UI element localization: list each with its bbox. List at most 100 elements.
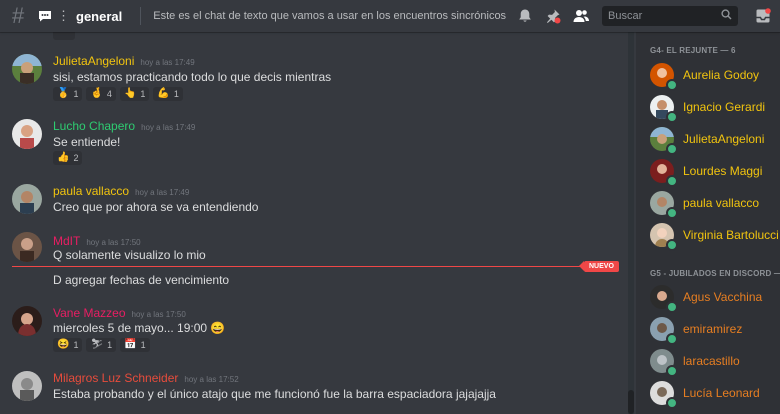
member-name: Ignacio Gerardi (683, 100, 766, 114)
online-status-icon (666, 333, 678, 345)
message-author[interactable]: paula vallacco hoy a las 17:49 (53, 184, 189, 198)
author-name[interactable]: Vane Mazzeo (53, 306, 126, 320)
member-name: emiramirez (683, 322, 743, 336)
message-author[interactable]: Lucho Chapero hoy a las 17:49 (53, 119, 195, 133)
author-name[interactable]: Lucho Chapero (53, 119, 135, 133)
message-timestamp: hoy a las 17:49 (140, 58, 195, 67)
reaction-emoji: 📅 (124, 339, 137, 350)
new-messages-badge: NUEVO (579, 261, 619, 272)
reaction-count: 2 (73, 153, 79, 163)
member-group-header: G4- EL REJUNTE — 6 (650, 46, 736, 55)
reaction-bar: 😆 1 ⛷ 1 📅 1 (53, 338, 154, 352)
inbox-icon[interactable] (752, 5, 774, 27)
member-item[interactable]: paula vallacco (636, 191, 780, 219)
reaction-emoji: 🥇 (57, 88, 70, 99)
member-item[interactable]: JulietaAngeloni (636, 127, 780, 155)
reaction[interactable]: 📅 1 (120, 338, 150, 352)
member-list-icon[interactable] (570, 5, 592, 27)
member-item[interactable]: Lourdes Maggi (636, 159, 780, 187)
chat-bubble-icon (38, 10, 52, 22)
message-text: Estaba probando y el único atajo que me … (53, 387, 496, 401)
avatar[interactable] (12, 54, 42, 84)
avatar[interactable] (12, 371, 42, 401)
member-item[interactable]: Ignacio Gerardi (636, 95, 780, 123)
reaction[interactable]: 😆 1 (53, 338, 83, 352)
header-toolbar (508, 0, 780, 32)
message-list[interactable]: JulietaAngeloni hoy a las 17:49 sisi, est… (0, 32, 628, 414)
reaction[interactable]: 👍 2 (53, 151, 83, 165)
avatar[interactable] (12, 184, 42, 214)
member-name: laracastillo (683, 354, 740, 368)
channel-header: # ⋮ general Este es el chat de texto que… (0, 0, 780, 32)
member-item[interactable]: Agus Vacchina (636, 285, 780, 313)
reaction-bar: 🥇 1 🤞 4 👆 1 💪 1 (53, 87, 187, 101)
member-name: paula vallacco (683, 196, 760, 210)
reaction-emoji: 👍 (57, 152, 70, 163)
member-name: JulietaAngeloni (683, 132, 765, 146)
member-item[interactable]: Lucía Leonard (636, 381, 780, 409)
message-timestamp: hoy a las 17:52 (184, 375, 239, 384)
scrollbar-track[interactable] (628, 32, 634, 414)
message-item: Milagros Luz Schneider hoy a las 17:52 Es… (0, 369, 628, 409)
text-channel-hash-icon: # (12, 3, 25, 28)
reaction-emoji: ⛷ (90, 339, 104, 350)
reaction[interactable]: 🤞 4 (86, 87, 116, 101)
message-text: D agregar fechas de vencimiento (53, 273, 230, 287)
reaction-emoji: 💪 (157, 88, 170, 99)
message-item: Lucho Chapero hoy a las 17:49 Se entiende… (0, 117, 628, 167)
channel-topic[interactable]: Este es el chat de texto que vamos a usa… (153, 10, 506, 22)
reaction[interactable]: 💪 1 (153, 87, 183, 101)
member-item[interactable]: emiramirez (636, 317, 780, 345)
reaction[interactable]: 🥇 1 (53, 87, 83, 101)
message-timestamp: hoy a las 17:50 (86, 238, 141, 247)
reaction-count: 1 (140, 340, 146, 350)
avatar[interactable] (12, 119, 42, 149)
member-name: Lourdes Maggi (683, 164, 763, 178)
online-status-icon (666, 79, 678, 91)
member-name: Agus Vacchina (683, 290, 763, 304)
search-box[interactable] (602, 6, 738, 26)
pinned-messages-icon[interactable] (542, 5, 564, 27)
reaction-count: 1 (73, 89, 79, 99)
online-status-icon (666, 175, 678, 187)
reaction-emoji: 🤞 (90, 88, 103, 99)
message-item: Vane Mazzeo hoy a las 17:50 miercoles 5 d… (0, 304, 628, 356)
message-text: Q solamente visualizo lo mio (53, 248, 206, 262)
reaction-emoji: 😆 (57, 339, 70, 350)
member-item[interactable]: laracastillo (636, 349, 780, 377)
reaction-count: 4 (106, 89, 112, 99)
channel-separator-icon: ⋮ (57, 8, 70, 23)
author-name[interactable]: paula vallacco (53, 184, 129, 198)
message-author[interactable]: Milagros Luz Schneider hoy a las 17:52 (53, 371, 239, 385)
author-name[interactable]: JulietaAngeloni (53, 54, 134, 68)
scrollbar-thumb[interactable] (628, 390, 634, 414)
search-input[interactable] (608, 10, 708, 22)
message-timestamp: hoy a las 17:49 (141, 123, 196, 132)
message-text: sisi, estamos practicando todo lo que de… (53, 70, 332, 84)
reaction-partial[interactable] (53, 32, 75, 40)
message-author[interactable]: Vane Mazzeo hoy a las 17:50 (53, 306, 186, 320)
online-status-icon (666, 365, 678, 377)
message-item: paula vallacco hoy a las 17:49 Creo que p… (0, 182, 628, 218)
message-author[interactable]: JulietaAngeloni hoy a las 17:49 (53, 54, 195, 68)
online-status-icon (666, 143, 678, 155)
message-item: MdIT hoy a las 17:50 Q solamente visualiz… (0, 232, 628, 292)
reaction[interactable]: 👆 1 (119, 87, 150, 101)
author-name[interactable]: Milagros Luz Schneider (53, 371, 178, 385)
member-name: Virginia Bartolucci (683, 228, 779, 242)
avatar[interactable] (12, 306, 42, 336)
online-status-icon (666, 207, 678, 219)
member-item[interactable]: Virginia Bartolucci (636, 223, 780, 251)
message-timestamp: hoy a las 17:49 (135, 188, 190, 197)
avatar[interactable] (12, 232, 42, 262)
member-name: Aurelia Godoy (683, 68, 760, 82)
search-icon (721, 7, 732, 25)
author-name[interactable]: MdIT (53, 234, 80, 248)
member-item[interactable]: Aurelia Godoy (636, 63, 780, 91)
notification-bell-icon[interactable] (514, 5, 536, 27)
reaction[interactable]: ⛷ 1 (86, 338, 117, 352)
message-author[interactable]: MdIT hoy a las 17:50 (53, 234, 141, 248)
reaction-count: 1 (173, 89, 179, 99)
message-timestamp: hoy a las 17:50 (131, 310, 186, 319)
online-status-icon (666, 397, 678, 409)
